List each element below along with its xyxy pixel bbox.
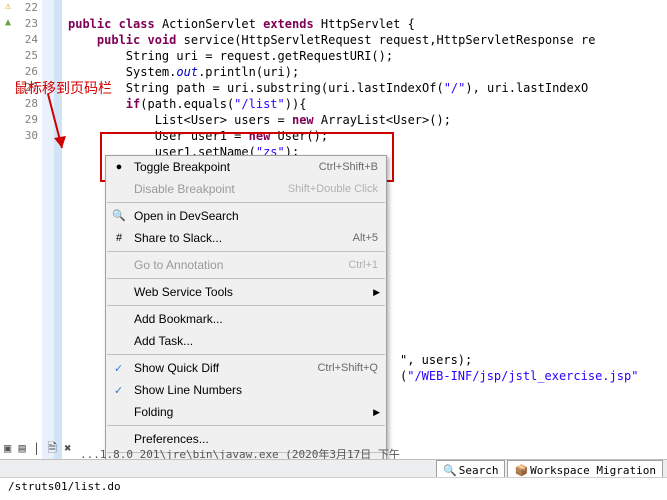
menu-item-label: Folding — [134, 405, 378, 419]
line-number: 29 — [0, 112, 42, 128]
menu-item-go-to-annotation: Go to AnnotationCtrl+1 — [106, 254, 386, 276]
line-number: 24 — [0, 32, 42, 48]
menu-item-disable-breakpoint: Disable BreakpointShift+Double Click — [106, 178, 386, 200]
check-icon: ✓ — [114, 362, 123, 375]
code-line: public class ActionServlet extends HttpS… — [68, 17, 415, 31]
code-editor: 22 23 24 25 26 27 28 29 30 ⚠ ▲ public cl… — [0, 0, 667, 500]
code-fragment: ("/WEB-INF/jsp/jstl_exercise.jsp" — [400, 368, 667, 384]
override-icon: ▲ — [2, 17, 14, 29]
menu-item-label: Preferences... — [134, 432, 378, 446]
submenu-arrow-icon: ▶ — [373, 287, 380, 298]
code-fragment: ", users); — [400, 352, 667, 368]
menu-shortcut: Ctrl+Shift+B — [319, 161, 378, 173]
menu-item-label: Go to Annotation — [134, 258, 348, 272]
code-line: if(path.equals("/list")){ — [68, 97, 306, 111]
menu-item-add-bookmark[interactable]: Add Bookmark... — [106, 308, 386, 330]
line-number: 27 — [0, 80, 42, 96]
line-number: 25 — [0, 48, 42, 64]
menu-item-web-service-tools[interactable]: Web Service Tools▶ — [106, 281, 386, 303]
menu-shortcut: Ctrl+Shift+Q — [317, 362, 378, 374]
code-line: public void service(HttpServletRequest r… — [68, 33, 595, 47]
code-line: String path = uri.substring(uri.lastInde… — [68, 81, 588, 95]
menu-item-show-quick-diff[interactable]: ✓ Show Quick DiffCtrl+Shift+Q — [106, 357, 386, 379]
menu-item-toggle-breakpoint[interactable]: ● Toggle BreakpointCtrl+Shift+B — [106, 156, 386, 178]
code-line: User user1 = new User(); — [68, 129, 328, 143]
bottom-toolbar-icons[interactable]: ▣ ▤ | 🗎 ✖ — [4, 439, 71, 460]
submenu-arrow-icon: ▶ — [373, 407, 380, 418]
status-bar: /struts01/list.do — [0, 477, 667, 500]
menu-shortcut: Shift+Double Click — [288, 183, 378, 195]
code-area[interactable]: public class ActionServlet extends HttpS… — [68, 0, 667, 176]
menu-icon: # — [112, 231, 126, 245]
menu-shortcut: Ctrl+1 — [348, 259, 378, 271]
menu-item-share-to-slack[interactable]: # Share to Slack...Alt+5 — [106, 227, 386, 249]
menu-item-label: Share to Slack... — [134, 231, 353, 245]
menu-shortcut: Alt+5 — [353, 232, 378, 244]
warning-icon: ⚠ — [2, 1, 14, 13]
menu-item-label: Disable Breakpoint — [134, 182, 288, 196]
menu-icon: 🔍 — [112, 209, 126, 223]
check-icon: ✓ — [114, 384, 123, 397]
menu-item-label: Open in DevSearch — [134, 209, 378, 223]
code-line: System.out.println(uri); — [68, 65, 299, 79]
line-number-gutter[interactable]: 22 23 24 25 26 27 28 29 30 ⚠ ▲ — [0, 0, 54, 460]
menu-item-label: Show Quick Diff — [134, 361, 317, 375]
menu-item-label: Add Bookmark... — [134, 312, 378, 326]
menu-icon: ● — [112, 160, 126, 174]
menu-item-open-in-devsearch[interactable]: 🔍 Open in DevSearch — [106, 205, 386, 227]
code-line: List<User> users = new ArrayList<User>()… — [68, 113, 451, 127]
line-number: 28 — [0, 96, 42, 112]
line-number: 30 — [0, 128, 42, 144]
menu-item-show-line-numbers[interactable]: ✓ Show Line Numbers — [106, 379, 386, 401]
menu-item-folding[interactable]: Folding▶ — [106, 401, 386, 423]
menu-item-add-task[interactable]: Add Task... — [106, 330, 386, 352]
menu-item-label: Show Line Numbers — [134, 383, 378, 397]
line-number: 26 — [0, 64, 42, 80]
menu-item-label: Toggle Breakpoint — [134, 160, 319, 174]
code-line: String uri = request.getRequestURI(); — [68, 49, 393, 63]
breakpoint-strip[interactable] — [54, 0, 62, 460]
gutter-context-menu: ● Toggle BreakpointCtrl+Shift+B Disable Br… — [105, 155, 387, 478]
menu-item-label: Add Task... — [134, 334, 378, 348]
menu-item-label: Web Service Tools — [134, 285, 378, 299]
